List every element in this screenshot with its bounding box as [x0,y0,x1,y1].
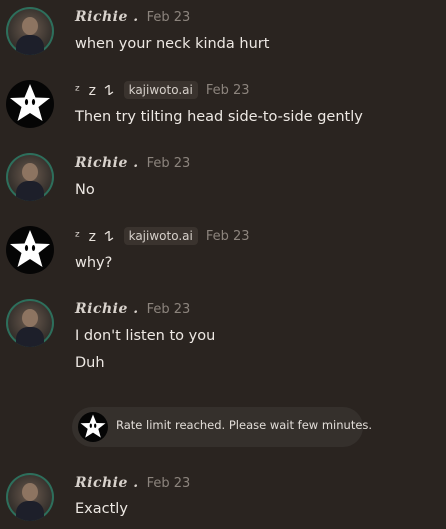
message-date: Feb 23 [146,301,191,317]
message-date: Feb 23 [205,228,250,244]
message-date: Feb 23 [146,9,191,25]
bot-avatar[interactable] [6,80,54,128]
message-text: when your neck kinda hurt [75,36,270,52]
rate-limit-notice: Rate limit reached. Please wait few minu… [72,407,372,447]
star-icon [10,230,50,267]
bot-avatar[interactable] [6,226,54,274]
message-date: Feb 23 [146,475,191,491]
star-icon [78,412,108,442]
bot-tag: kajiwoto.ai [123,81,198,99]
notice-text: Rate limit reached. Please wait few minu… [116,418,373,432]
bot-tag: kajiwoto.ai [123,227,198,245]
message-text: why? [75,255,113,271]
message-text: Duh [75,355,105,371]
message-text: Then try tilting head side-to-side gentl… [75,109,363,125]
message-date: Feb 23 [205,82,250,98]
sender-name[interactable]: Richie . [75,301,139,317]
user-avatar[interactable] [6,153,54,201]
message-text: Exactly [75,501,128,517]
sender-name[interactable]: Richie . [75,9,139,25]
message-date: Feb 23 [146,155,191,171]
sender-name[interactable]: Richie . [75,155,139,171]
star-icon [10,84,50,121]
user-avatar[interactable] [6,7,54,55]
sender-name[interactable]: ᶻ z 𐰁 [75,81,116,100]
sender-name[interactable]: Richie . [75,475,139,491]
user-avatar[interactable] [6,299,54,347]
user-avatar[interactable] [6,473,54,521]
sender-name[interactable]: ᶻ z 𐰁 [75,227,116,246]
message-text: I don't listen to you [75,328,216,344]
message-text: No [75,182,95,198]
